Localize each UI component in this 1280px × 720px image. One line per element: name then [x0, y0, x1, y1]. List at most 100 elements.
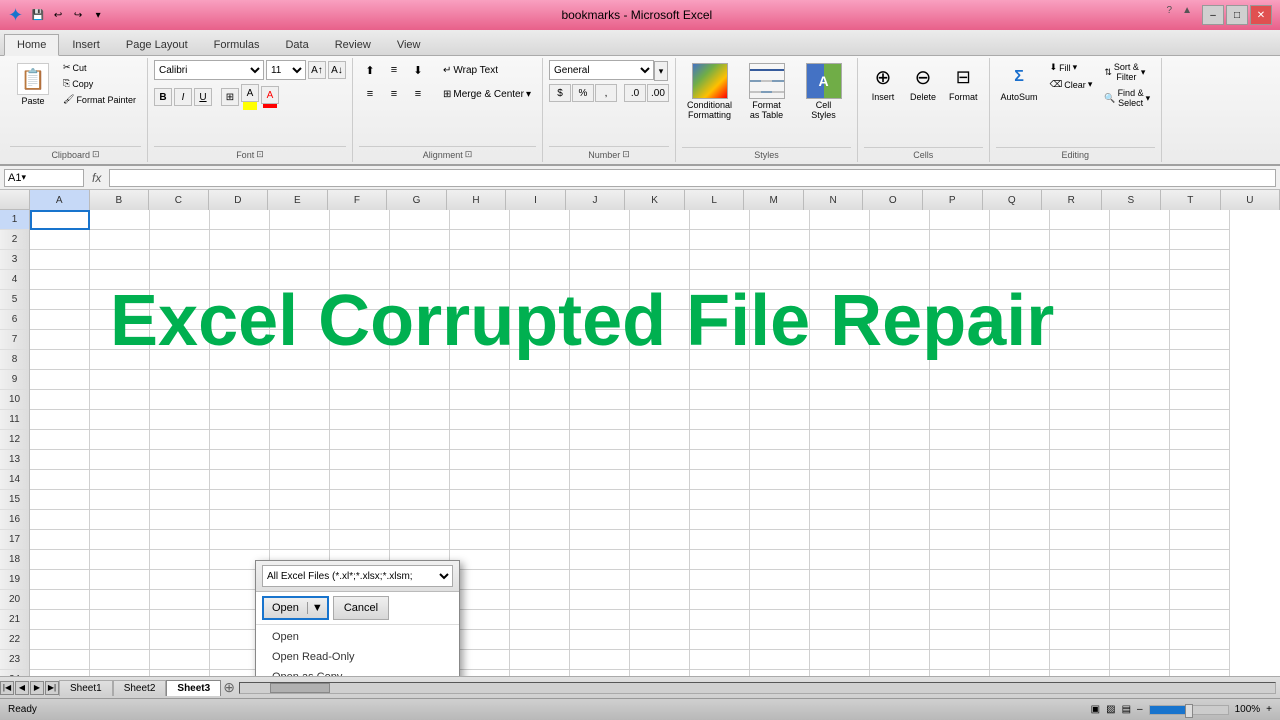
- cell-b19[interactable]: [90, 570, 150, 590]
- increase-font-size-button[interactable]: A↑: [308, 61, 326, 79]
- cell-s18[interactable]: [1110, 550, 1170, 570]
- cell-b13[interactable]: [90, 450, 150, 470]
- underline-button[interactable]: U: [194, 88, 212, 106]
- cell-i8[interactable]: [510, 350, 570, 370]
- cell-l24[interactable]: [690, 670, 750, 676]
- formula-input[interactable]: [109, 169, 1276, 187]
- cell-t5[interactable]: [1170, 290, 1230, 310]
- decrease-font-size-button[interactable]: A↓: [328, 61, 346, 79]
- view-normal-icon[interactable]: ▣: [1091, 704, 1100, 715]
- cell-n1[interactable]: [810, 210, 870, 230]
- cell-j17[interactable]: [570, 530, 630, 550]
- cell-m20[interactable]: [750, 590, 810, 610]
- cell-g4[interactable]: [390, 270, 450, 290]
- help-icon[interactable]: ?: [1167, 5, 1173, 25]
- cell-r2[interactable]: [1050, 230, 1110, 250]
- cell-s7[interactable]: [1110, 330, 1170, 350]
- cell-a2[interactable]: [30, 230, 90, 250]
- cell-n13[interactable]: [810, 450, 870, 470]
- cell-p21[interactable]: [930, 610, 990, 630]
- row-num-24[interactable]: 24: [0, 670, 29, 676]
- cell-c21[interactable]: [150, 610, 210, 630]
- cell-q7[interactable]: [990, 330, 1050, 350]
- cell-f8[interactable]: [330, 350, 390, 370]
- open-split-button[interactable]: Open ▼: [262, 596, 329, 620]
- cell-a19[interactable]: [30, 570, 90, 590]
- cell-i21[interactable]: [510, 610, 570, 630]
- cell-l20[interactable]: [690, 590, 750, 610]
- tab-review[interactable]: Review: [322, 34, 384, 55]
- cell-a24[interactable]: [30, 670, 90, 676]
- cell-i10[interactable]: [510, 390, 570, 410]
- cell-b11[interactable]: [90, 410, 150, 430]
- cell-g9[interactable]: [390, 370, 450, 390]
- cell-e1[interactable]: [270, 210, 330, 230]
- col-header-t[interactable]: T: [1161, 190, 1221, 210]
- cell-o17[interactable]: [870, 530, 930, 550]
- cell-j14[interactable]: [570, 470, 630, 490]
- cell-e2[interactable]: [270, 230, 330, 250]
- cell-e7[interactable]: [270, 330, 330, 350]
- cell-p4[interactable]: [930, 270, 990, 290]
- cell-r5[interactable]: [1050, 290, 1110, 310]
- cell-h3[interactable]: [450, 250, 510, 270]
- cell-o24[interactable]: [870, 670, 930, 676]
- fill-color-button[interactable]: A: [241, 84, 259, 102]
- cell-r13[interactable]: [1050, 450, 1110, 470]
- cell-b5[interactable]: [90, 290, 150, 310]
- cell-q16[interactable]: [990, 510, 1050, 530]
- cell-a21[interactable]: [30, 610, 90, 630]
- cell-j5[interactable]: [570, 290, 630, 310]
- col-header-b[interactable]: B: [90, 190, 150, 210]
- cell-e15[interactable]: [270, 490, 330, 510]
- cell-p22[interactable]: [930, 630, 990, 650]
- cell-h12[interactable]: [450, 430, 510, 450]
- row-num-22[interactable]: 22: [0, 630, 29, 650]
- cell-o22[interactable]: [870, 630, 930, 650]
- cell-h13[interactable]: [450, 450, 510, 470]
- cell-m3[interactable]: [750, 250, 810, 270]
- cell-n11[interactable]: [810, 410, 870, 430]
- cell-i23[interactable]: [510, 650, 570, 670]
- cell-m15[interactable]: [750, 490, 810, 510]
- cell-k24[interactable]: [630, 670, 690, 676]
- cancel-button[interactable]: Cancel: [333, 596, 389, 620]
- cell-m17[interactable]: [750, 530, 810, 550]
- cell-s12[interactable]: [1110, 430, 1170, 450]
- cell-e8[interactable]: [270, 350, 330, 370]
- cell-n9[interactable]: [810, 370, 870, 390]
- cell-d16[interactable]: [210, 510, 270, 530]
- cell-h1[interactable]: [450, 210, 510, 230]
- cell-a16[interactable]: [30, 510, 90, 530]
- cell-t13[interactable]: [1170, 450, 1230, 470]
- decrease-decimal-button[interactable]: .00: [647, 84, 669, 102]
- row-num-15[interactable]: 15: [0, 490, 29, 510]
- cell-m18[interactable]: [750, 550, 810, 570]
- cell-h17[interactable]: [450, 530, 510, 550]
- cell-p12[interactable]: [930, 430, 990, 450]
- cell-n22[interactable]: [810, 630, 870, 650]
- cell-m8[interactable]: [750, 350, 810, 370]
- cell-b14[interactable]: [90, 470, 150, 490]
- cell-r18[interactable]: [1050, 550, 1110, 570]
- row-num-17[interactable]: 17: [0, 530, 29, 550]
- cell-l21[interactable]: [690, 610, 750, 630]
- cell-n18[interactable]: [810, 550, 870, 570]
- cell-q19[interactable]: [990, 570, 1050, 590]
- col-header-o[interactable]: O: [863, 190, 923, 210]
- cell-j24[interactable]: [570, 670, 630, 676]
- cell-e4[interactable]: [270, 270, 330, 290]
- row-num-10[interactable]: 10: [0, 390, 29, 410]
- cell-s14[interactable]: [1110, 470, 1170, 490]
- cell-p23[interactable]: [930, 650, 990, 670]
- formula-fx-button[interactable]: fx: [88, 171, 105, 185]
- cell-m19[interactable]: [750, 570, 810, 590]
- cell-q10[interactable]: [990, 390, 1050, 410]
- wrap-text-button[interactable]: ↵ Wrap Text: [438, 63, 503, 78]
- tab-first-button[interactable]: |◀: [0, 681, 14, 695]
- cell-f3[interactable]: [330, 250, 390, 270]
- cell-p20[interactable]: [930, 590, 990, 610]
- align-bottom-button[interactable]: ⬇: [407, 60, 429, 80]
- cell-p24[interactable]: [930, 670, 990, 676]
- cell-p8[interactable]: [930, 350, 990, 370]
